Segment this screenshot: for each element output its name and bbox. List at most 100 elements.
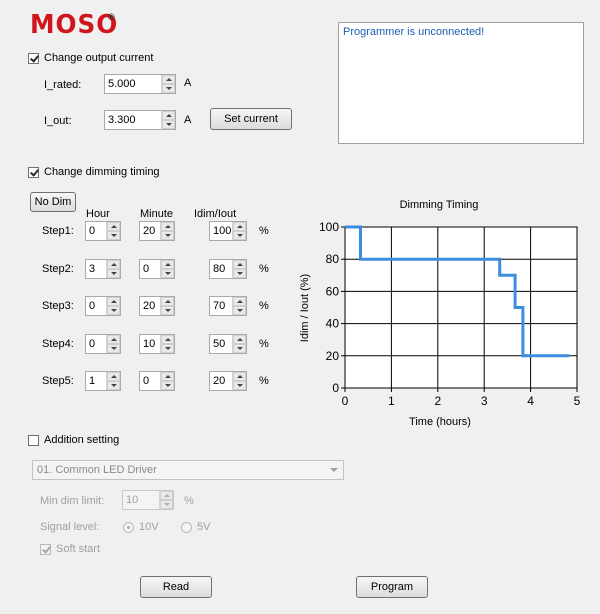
spin-down-arrow-icon[interactable] bbox=[161, 344, 174, 353]
addition-setting-checkbox[interactable]: Addition setting bbox=[28, 434, 119, 446]
step5-ratio-spinner-value[interactable]: 20 bbox=[210, 372, 232, 390]
spin-up-arrow-icon[interactable] bbox=[162, 111, 175, 120]
checkbox-box[interactable] bbox=[40, 543, 51, 555]
spin-up-arrow-icon[interactable] bbox=[161, 372, 174, 381]
program-button[interactable]: Program bbox=[356, 576, 428, 598]
spinner-arrows[interactable] bbox=[232, 222, 246, 240]
step4-ratio-spinner[interactable]: 50 bbox=[209, 334, 247, 354]
spin-up-arrow-icon[interactable] bbox=[107, 260, 120, 269]
spin-up-arrow-icon[interactable] bbox=[107, 335, 120, 344]
min-dim-limit-spinner[interactable]: 10 bbox=[122, 490, 174, 510]
spinner-arrows[interactable] bbox=[106, 297, 120, 315]
radio-circle[interactable] bbox=[181, 521, 192, 533]
spin-up-arrow-icon[interactable] bbox=[161, 297, 174, 306]
spin-down-arrow-icon[interactable] bbox=[233, 381, 246, 390]
spinner-arrows[interactable] bbox=[232, 297, 246, 315]
step5-ratio-spinner[interactable]: 20 bbox=[209, 371, 247, 391]
spin-up-arrow-icon[interactable] bbox=[162, 75, 175, 84]
set-current-button[interactable]: Set current bbox=[210, 108, 292, 130]
step1-minute-spinner[interactable]: 20 bbox=[139, 221, 175, 241]
step2-ratio-spinner[interactable]: 80 bbox=[209, 259, 247, 279]
change-output-current-checkbox[interactable]: Change output current bbox=[28, 52, 153, 64]
change-dimming-timing-checkbox[interactable]: Change dimming timing bbox=[28, 166, 160, 178]
spinner-arrows[interactable] bbox=[232, 260, 246, 278]
checkbox-box[interactable] bbox=[28, 434, 39, 446]
soft-start-checkbox[interactable]: Soft start bbox=[40, 543, 100, 555]
spin-up-arrow-icon[interactable] bbox=[233, 260, 246, 269]
step2-minute-spinner-value[interactable]: 0 bbox=[140, 260, 160, 278]
step2-hour-spinner[interactable]: 3 bbox=[85, 259, 121, 279]
step3-minute-spinner-value[interactable]: 20 bbox=[140, 297, 160, 315]
step5-hour-spinner-value[interactable]: 1 bbox=[86, 372, 106, 390]
radio-circle[interactable] bbox=[123, 521, 134, 533]
spin-down-arrow-icon[interactable] bbox=[233, 344, 246, 353]
spin-up-arrow-icon[interactable] bbox=[233, 222, 246, 231]
spin-down-arrow-icon[interactable] bbox=[161, 306, 174, 315]
step2-hour-spinner-value[interactable]: 3 bbox=[86, 260, 106, 278]
signal-5v-radio[interactable]: 5V bbox=[181, 521, 210, 533]
spin-down-arrow-icon[interactable] bbox=[107, 269, 120, 278]
step5-minute-spinner[interactable]: 0 bbox=[139, 371, 175, 391]
step1-hour-spinner[interactable]: 0 bbox=[85, 221, 121, 241]
spinner-arrows[interactable] bbox=[160, 222, 174, 240]
spin-up-arrow-icon[interactable] bbox=[233, 297, 246, 306]
step4-ratio-spinner-value[interactable]: 50 bbox=[210, 335, 232, 353]
spin-up-arrow-icon[interactable] bbox=[161, 335, 174, 344]
spin-up-arrow-icon[interactable] bbox=[233, 335, 246, 344]
spin-down-arrow-icon[interactable] bbox=[107, 306, 120, 315]
step5-minute-spinner-value[interactable]: 0 bbox=[140, 372, 160, 390]
min-dim-limit-value[interactable]: 10 bbox=[123, 491, 159, 509]
spin-down-arrow-icon[interactable] bbox=[233, 269, 246, 278]
checkbox-box[interactable] bbox=[28, 166, 39, 178]
step3-ratio-spinner[interactable]: 70 bbox=[209, 296, 247, 316]
driver-type-select[interactable]: 01. Common LED Driver bbox=[32, 460, 344, 480]
no-dim-button[interactable]: No Dim bbox=[30, 192, 76, 212]
checkbox-box[interactable] bbox=[28, 52, 39, 64]
step1-ratio-spinner-value[interactable]: 100 bbox=[210, 222, 232, 240]
spin-up-arrow-icon[interactable] bbox=[160, 491, 173, 500]
spin-down-arrow-icon[interactable] bbox=[107, 231, 120, 240]
spinner-arrows[interactable] bbox=[159, 491, 173, 509]
spin-up-arrow-icon[interactable] bbox=[161, 260, 174, 269]
spin-up-arrow-icon[interactable] bbox=[161, 222, 174, 231]
spinner-arrows[interactable] bbox=[106, 372, 120, 390]
spin-down-arrow-icon[interactable] bbox=[161, 231, 174, 240]
spin-up-arrow-icon[interactable] bbox=[233, 372, 246, 381]
step3-ratio-spinner-value[interactable]: 70 bbox=[210, 297, 232, 315]
read-button[interactable]: Read bbox=[140, 576, 212, 598]
spinner-arrows[interactable] bbox=[106, 260, 120, 278]
step1-minute-spinner-value[interactable]: 20 bbox=[140, 222, 160, 240]
i-rated-value[interactable]: 5.000 bbox=[105, 75, 161, 93]
step4-minute-spinner-value[interactable]: 10 bbox=[140, 335, 160, 353]
spin-down-arrow-icon[interactable] bbox=[233, 306, 246, 315]
spin-up-arrow-icon[interactable] bbox=[107, 297, 120, 306]
spin-up-arrow-icon[interactable] bbox=[107, 372, 120, 381]
step5-hour-spinner[interactable]: 1 bbox=[85, 371, 121, 391]
step3-minute-spinner[interactable]: 20 bbox=[139, 296, 175, 316]
step3-hour-spinner-value[interactable]: 0 bbox=[86, 297, 106, 315]
spinner-arrows[interactable] bbox=[161, 111, 175, 129]
spin-down-arrow-icon[interactable] bbox=[107, 381, 120, 390]
i-out-spinner[interactable]: 3.300 bbox=[104, 110, 176, 130]
spin-down-arrow-icon[interactable] bbox=[107, 344, 120, 353]
step1-hour-spinner-value[interactable]: 0 bbox=[86, 222, 106, 240]
spin-down-arrow-icon[interactable] bbox=[233, 231, 246, 240]
chevron-down-icon[interactable] bbox=[330, 468, 338, 472]
spin-up-arrow-icon[interactable] bbox=[107, 222, 120, 231]
step4-hour-spinner[interactable]: 0 bbox=[85, 334, 121, 354]
i-rated-spinner[interactable]: 5.000 bbox=[104, 74, 176, 94]
spin-down-arrow-icon[interactable] bbox=[161, 381, 174, 390]
spinner-arrows[interactable] bbox=[160, 372, 174, 390]
spin-down-arrow-icon[interactable] bbox=[160, 500, 173, 509]
spinner-arrows[interactable] bbox=[160, 335, 174, 353]
signal-10v-radio[interactable]: 10V bbox=[123, 521, 159, 533]
spinner-arrows[interactable] bbox=[232, 335, 246, 353]
spin-down-arrow-icon[interactable] bbox=[162, 120, 175, 129]
spinner-arrows[interactable] bbox=[106, 222, 120, 240]
i-out-value[interactable]: 3.300 bbox=[105, 111, 161, 129]
status-message-box[interactable]: Programmer is unconnected! bbox=[338, 22, 584, 144]
spinner-arrows[interactable] bbox=[160, 260, 174, 278]
step2-minute-spinner[interactable]: 0 bbox=[139, 259, 175, 279]
spinner-arrows[interactable] bbox=[161, 75, 175, 93]
step3-hour-spinner[interactable]: 0 bbox=[85, 296, 121, 316]
